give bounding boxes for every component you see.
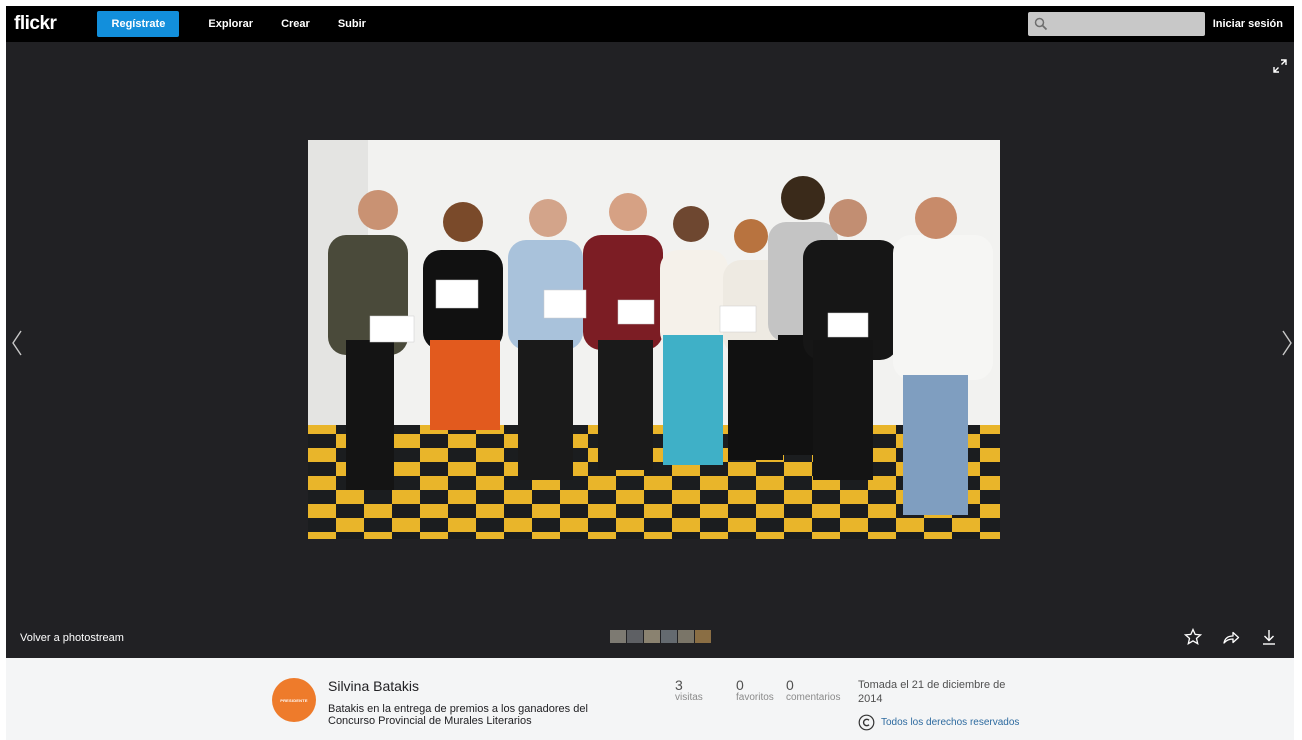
faves-stat: 0 favoritos [736,677,774,703]
top-navigation-bar: flickr Regístrate Explorar Crear Subir I… [6,6,1294,42]
signin-link[interactable]: Iniciar sesión [1213,6,1283,42]
thumbnail[interactable] [661,630,677,643]
thumbnail[interactable] [627,630,643,643]
nav-explore[interactable]: Explorar [208,18,253,30]
thumbnail[interactable] [678,630,694,643]
photo-actions [1183,627,1278,646]
star-icon[interactable] [1183,627,1203,646]
back-to-photostream-link[interactable]: Volver a photostream [20,632,124,644]
thumbnail-strip [610,630,711,643]
thumbnail[interactable] [610,630,626,643]
owner-name-link[interactable]: Silvina Batakis [328,678,419,694]
photo-info-panel: PRESIDENTE Silvina Batakis Batakis en la… [6,658,1294,740]
share-icon[interactable] [1222,628,1240,646]
nav-create[interactable]: Crear [281,18,310,30]
thumbnail[interactable] [695,630,711,643]
avatar[interactable]: PRESIDENTE [272,678,316,722]
views-stat: 3 visitas [675,677,703,703]
date-taken: Tomada el 21 de diciembre de 2014 [858,679,1006,705]
prev-arrow-icon[interactable] [10,328,24,358]
search-input[interactable] [1028,12,1205,36]
download-icon[interactable] [1260,628,1278,646]
thumbnail[interactable] [644,630,660,643]
license: Todos los derechos reservados [858,714,1019,731]
main-photo [308,140,1000,539]
copyright-icon [858,714,875,731]
comments-stat: 0 comentarios [786,677,841,703]
next-arrow-icon[interactable] [1280,328,1294,358]
photo-description: Batakis en la entrega de premios a los g… [328,703,588,727]
nav-upload[interactable]: Subir [338,18,366,30]
signup-button[interactable]: Regístrate [97,11,180,37]
search-icon [1034,17,1048,31]
flickr-logo[interactable]: flickr [14,13,57,35]
photo-page: flickr Regístrate Explorar Crear Subir I… [6,6,1294,740]
expand-icon[interactable] [1272,58,1288,74]
license-link[interactable]: Todos los derechos reservados [881,717,1019,728]
